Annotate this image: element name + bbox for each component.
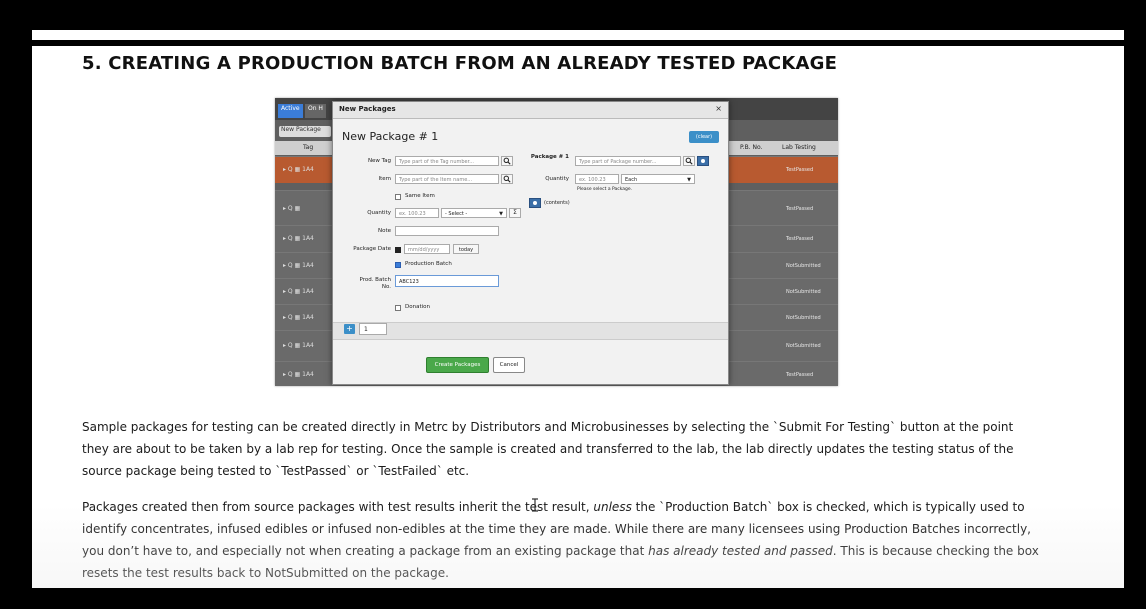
add-row-bar — [333, 322, 728, 340]
unit-select-value: - Select - — [445, 211, 468, 217]
prod-batch-input[interactable]: ABC123 — [395, 275, 499, 287]
lab-status: TestPassed — [786, 236, 814, 242]
item-label: Item — [378, 176, 391, 182]
paragraph-2-italic: has already tested and passed — [648, 544, 833, 558]
row-lead: ▸ Q ▦ 1A4 — [283, 288, 314, 295]
quantity-label: Quantity — [367, 210, 391, 216]
row-lead: ▸ Q ▦ 1A4 — [283, 314, 314, 321]
document-page: 5. CREATING A PRODUCTION BATCH FROM AN A… — [32, 30, 1124, 588]
clear-button[interactable]: (clear) — [689, 131, 719, 143]
production-batch-checkbox[interactable] — [395, 262, 401, 268]
row-lead: ▸ Q ▦ 1A4 — [283, 342, 314, 349]
prod-batch-label-no: No. — [381, 284, 391, 290]
create-packages-button[interactable]: Create Packages — [426, 357, 489, 373]
package-unit-value: Each — [625, 177, 638, 183]
lab-status: NotSubmitted — [786, 343, 821, 349]
lab-status: TestPassed — [786, 372, 814, 378]
cancel-button[interactable]: Cancel — [493, 357, 525, 373]
column-header-pb-no: P.B. No. — [740, 144, 763, 151]
donation-label: Donation — [405, 304, 430, 310]
paragraph-2: Packages created then from source packag… — [82, 496, 1042, 584]
camera-icon[interactable] — [697, 156, 709, 166]
paragraph-2-unless: unless — [593, 500, 632, 514]
production-batch-label: Production Batch — [405, 261, 452, 267]
tab-active[interactable]: Active — [278, 104, 303, 118]
today-button[interactable]: today — [453, 244, 479, 254]
same-item-checkbox[interactable] — [395, 194, 401, 200]
item-input[interactable]: Type part of the Item name... — [395, 174, 499, 184]
paragraph-2-part-1: Packages created then from source packag… — [82, 500, 594, 514]
package-quantity-label: Quantity — [545, 176, 569, 182]
quantity-input[interactable]: ex. 100.23 — [395, 208, 439, 218]
contents-icon[interactable] — [529, 198, 541, 208]
lab-status: NotSubmitted — [786, 315, 821, 321]
package-date-input[interactable]: mm/dd/yyyy — [404, 244, 450, 254]
row-lead: ▸ Q ▦ 1A4 — [283, 371, 314, 378]
new-tag-input[interactable]: Type part of the Tag number... — [395, 156, 499, 166]
lab-status: NotSubmitted — [786, 289, 821, 295]
lab-status: TestPassed — [786, 167, 814, 173]
row-lead: ▸ Q ▦ 1A4 — [283, 166, 314, 173]
contents-label[interactable]: (contents) — [544, 200, 570, 206]
search-icon[interactable] — [501, 174, 513, 184]
package-input[interactable]: Type part of Package number... — [575, 156, 681, 166]
package-title: New Package # 1 — [342, 130, 439, 143]
package-date-label: Package Date — [353, 246, 391, 252]
plus-icon[interactable]: + — [344, 324, 355, 334]
same-item-label: Same Item — [405, 193, 435, 199]
donation-checkbox[interactable] — [395, 305, 401, 311]
row-lead: ▸ Q ▦ 1A4 — [283, 262, 314, 269]
modal-form: New Tag Type part of the Tag number... I… — [333, 148, 728, 322]
section-heading: 5. CREATING A PRODUCTION BATCH FROM AN A… — [82, 53, 838, 74]
tab-on-hold[interactable]: On H — [305, 104, 326, 118]
calendar-icon[interactable] — [395, 247, 401, 253]
new-tag-label: New Tag — [367, 158, 391, 164]
lab-status: NotSubmitted — [786, 263, 821, 269]
new-packages-modal: New Packages × New Package # 1 (clear) N… — [332, 101, 729, 385]
package-hint: Please select a Package. — [577, 187, 633, 192]
paragraph-1: Sample packages for testing can be creat… — [82, 420, 1014, 478]
top-rule — [32, 40, 1124, 46]
note-input[interactable] — [395, 226, 499, 236]
row-lead: ▸ Q ▦ 1A4 — [283, 235, 314, 242]
column-header-tag: Tag — [303, 144, 314, 151]
modal-title-bar: New Packages × — [333, 102, 728, 119]
search-icon[interactable] — [501, 156, 513, 166]
text-cursor-icon — [530, 497, 540, 512]
row-lead: ▸ Q ▦ — [283, 205, 301, 212]
chevron-down-icon: ▼ — [687, 177, 691, 183]
prod-batch-label: Prod. Batch — [359, 277, 391, 283]
lab-status: TestPassed — [786, 206, 814, 212]
chevron-down-icon: ▼ — [499, 211, 503, 217]
package-count-input[interactable]: 1 — [359, 323, 387, 335]
package-unit-select[interactable]: Each ▼ — [621, 174, 695, 184]
new-package-button[interactable]: New Package — [279, 126, 331, 137]
embedded-screenshot: Active On H New Package Tag P.B. No. Lab… — [275, 98, 838, 386]
column-header-lab-testing: Lab Testing — [782, 144, 816, 151]
unit-select[interactable]: - Select - ▼ — [441, 208, 507, 218]
package-label: Package # 1 — [530, 154, 569, 160]
close-icon[interactable]: × — [715, 104, 722, 113]
search-icon[interactable] — [683, 156, 695, 166]
modal-title: New Packages — [339, 105, 396, 113]
note-label: Note — [377, 228, 391, 234]
sum-icon[interactable]: Σ — [509, 208, 521, 218]
package-quantity-input[interactable]: ex. 100.23 — [575, 174, 619, 184]
